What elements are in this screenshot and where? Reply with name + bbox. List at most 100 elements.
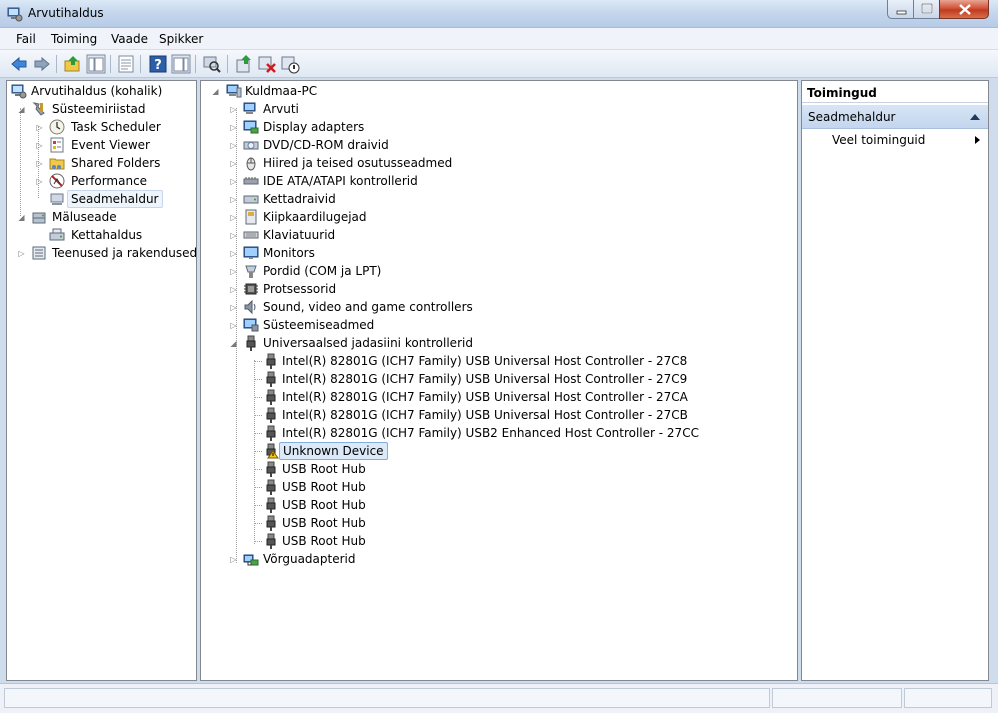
expand-arrow-icon[interactable]: ▷ — [229, 177, 238, 186]
actions-group-device-manager[interactable]: Seadmehaldur — [802, 105, 988, 129]
tree-label: Task Scheduler — [71, 120, 161, 134]
title-bar: Arvutihaldus — [0, 0, 998, 28]
tree-label: IDE ATA/ATAPI kontrollerid — [263, 174, 418, 188]
sound-icon — [244, 299, 256, 315]
usb-icon — [266, 497, 276, 513]
usb-icon — [266, 371, 276, 387]
tree-label: Display adapters — [263, 120, 365, 134]
tree-label: Seadmehaldur — [67, 190, 163, 208]
expand-arrow-icon[interactable]: ▷ — [35, 159, 44, 168]
display-adapter-icon — [243, 120, 259, 134]
disable-icon[interactable] — [280, 54, 300, 74]
monitor-icon — [243, 246, 259, 259]
collapse-arrow-icon[interactable]: ◢ — [17, 213, 26, 222]
storage-icon — [32, 212, 46, 224]
collapse-arrow-icon[interactable]: ◢ — [17, 105, 26, 114]
toolbar: ? — [0, 50, 998, 78]
mouse-icon — [246, 157, 256, 171]
expand-arrow-icon[interactable]: ▷ — [229, 285, 238, 294]
menu-help[interactable]: Spikker — [159, 32, 203, 46]
tree-label: Unknown Device — [279, 442, 388, 460]
usb-icon — [266, 533, 276, 549]
network-adapter-icon — [243, 554, 259, 566]
tree-label: Intel(R) 82801G (ICH7 Family) USB2 Enhan… — [282, 426, 699, 440]
properties-icon[interactable] — [116, 54, 136, 74]
shared-folder-icon — [49, 158, 65, 170]
tree-label: Universaalsed jadasiini kontrollerid — [263, 336, 473, 350]
computer-icon — [243, 102, 256, 114]
update-driver-icon[interactable] — [234, 54, 254, 74]
usb-icon — [266, 479, 276, 495]
tree-label: Klaviatuurid — [263, 228, 336, 242]
event-viewer-icon — [50, 137, 64, 153]
expand-arrow-icon[interactable]: ▷ — [229, 213, 238, 222]
system-devices-icon — [243, 318, 259, 332]
tree-label: Pordid (COM ja LPT) — [263, 264, 382, 278]
tree-label: Performance — [71, 174, 148, 188]
usb-icon — [246, 335, 256, 351]
computer-management-icon — [11, 84, 27, 99]
usb-icon — [266, 461, 276, 477]
expand-arrow-icon[interactable]: ▷ — [229, 321, 238, 330]
menu-action[interactable]: Toiming — [51, 32, 97, 46]
expand-arrow-icon[interactable]: ▷ — [229, 195, 238, 204]
expand-arrow-icon[interactable]: ▷ — [229, 231, 238, 240]
dvd-drive-icon — [243, 141, 259, 150]
warning-device-icon — [266, 443, 279, 459]
expand-arrow-icon[interactable]: ▷ — [229, 267, 238, 276]
computer-management-icon — [7, 7, 23, 22]
scan-hardware-icon[interactable] — [202, 54, 222, 74]
tree-label: Intel(R) 82801G (ICH7 Family) USB Univer… — [282, 354, 688, 368]
expand-arrow-icon[interactable]: ▷ — [229, 105, 238, 114]
expand-arrow-icon[interactable]: ▷ — [35, 123, 44, 132]
menu-file[interactable]: Fail — [16, 32, 36, 46]
collapse-arrow-icon[interactable]: ◢ — [229, 339, 238, 348]
back-icon[interactable] — [9, 54, 29, 74]
minimize-icon — [896, 10, 907, 15]
expand-arrow-icon[interactable]: ▷ — [35, 177, 44, 186]
tree-label: Võrguadapterid — [263, 552, 356, 566]
actions-pane: Toimingud Seadmehaldur Veel toiminguid — [801, 80, 989, 681]
tree-label: Intel(R) 82801G (ICH7 Family) USB Univer… — [282, 390, 688, 404]
expand-arrow-icon[interactable]: ▷ — [35, 141, 44, 150]
device-tree: ◢ Kuldmaa-PC ▷ Arvuti ▷ Display adapters ▷ DV… — [200, 80, 798, 681]
submenu-arrow-icon[interactable] — [975, 136, 980, 144]
menu-view[interactable]: Vaade — [111, 32, 148, 46]
expand-arrow-icon[interactable]: ▷ — [229, 123, 238, 132]
help-icon[interactable]: ? — [148, 54, 168, 74]
maximize-button[interactable] — [913, 0, 940, 19]
tree-label: Süsteemiseadmed — [263, 318, 375, 332]
actions-group-label: Seadmehaldur — [808, 110, 896, 124]
window-title: Arvutihaldus — [28, 6, 104, 20]
tree-label: USB Root Hub — [282, 498, 366, 512]
close-button[interactable] — [939, 0, 989, 19]
expand-arrow-icon[interactable]: ▷ — [229, 141, 238, 150]
usb-icon — [266, 425, 276, 441]
ide-controller-icon — [243, 177, 259, 185]
tree-label: Sound, video and game controllers — [263, 300, 473, 314]
expand-arrow-icon[interactable]: ▷ — [229, 555, 238, 564]
expand-arrow-icon[interactable]: ▷ — [229, 249, 238, 258]
collapse-up-icon[interactable] — [970, 114, 980, 120]
usb-icon — [266, 353, 276, 369]
expand-arrow-icon[interactable]: ▷ — [17, 249, 26, 258]
collapse-arrow-icon[interactable]: ◢ — [211, 87, 220, 96]
tree-label: Shared Folders — [71, 156, 161, 170]
uninstall-icon[interactable] — [257, 54, 277, 74]
forward-icon[interactable] — [32, 54, 52, 74]
show-hide-tree-icon[interactable] — [86, 54, 106, 74]
computer-icon — [226, 84, 242, 98]
services-icon — [32, 246, 46, 260]
clock-icon — [49, 119, 65, 135]
console-tree: Arvutihaldus (kohalik) ◢ Süsteemiriistad… — [6, 80, 197, 681]
expand-arrow-icon[interactable]: ▷ — [229, 159, 238, 168]
tree-label: Hiired ja teised osutusseadmed — [263, 156, 453, 170]
actions-header: Toimingud — [802, 81, 988, 103]
tree-label: USB Root Hub — [282, 516, 366, 530]
show-hide-action-pane-icon[interactable] — [171, 54, 191, 74]
tree-label: Mäluseade — [52, 210, 117, 224]
expand-arrow-icon[interactable]: ▷ — [229, 303, 238, 312]
more-actions-link[interactable]: Veel toiminguid — [832, 133, 925, 147]
up-icon[interactable] — [63, 54, 83, 74]
minimize-button[interactable] — [887, 0, 914, 19]
